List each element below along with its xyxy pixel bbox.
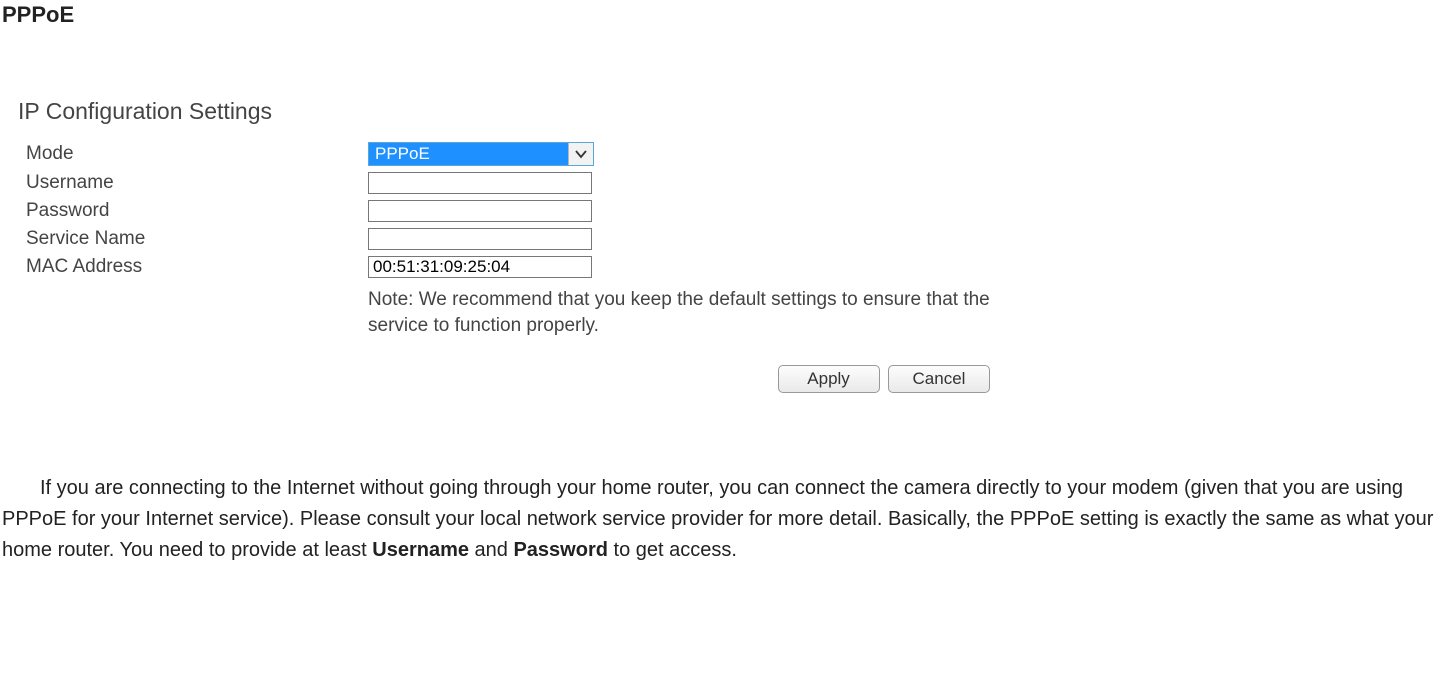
mac-address-input[interactable] xyxy=(368,256,592,278)
username-input[interactable] xyxy=(368,172,592,194)
ip-config-panel: IP Configuration Settings Mode PPPoE Use… xyxy=(18,98,1018,393)
desc-text: to get access. xyxy=(608,539,737,561)
chevron-down-icon xyxy=(568,143,593,165)
password-input[interactable] xyxy=(368,200,592,222)
settings-note: Note: We recommend that you keep the def… xyxy=(368,281,998,341)
apply-button[interactable]: Apply xyxy=(778,365,880,393)
service-name-input[interactable] xyxy=(368,228,592,250)
mode-select[interactable]: PPPoE xyxy=(368,142,594,166)
panel-title: IP Configuration Settings xyxy=(18,98,1018,125)
button-row: Apply Cancel xyxy=(18,341,990,393)
desc-bold-username: Username xyxy=(372,539,469,561)
desc-text: and xyxy=(469,539,513,561)
desc-bold-password: Password xyxy=(513,539,607,561)
settings-form: Mode PPPoE Username Password xyxy=(18,139,998,341)
mode-label: Mode xyxy=(18,139,368,169)
mode-select-value: PPPoE xyxy=(369,143,568,165)
password-label: Password xyxy=(18,197,368,225)
description-paragraph: If you are connecting to the Internet wi… xyxy=(2,473,1439,566)
service-name-label: Service Name xyxy=(18,225,368,253)
cancel-button[interactable]: Cancel xyxy=(888,365,990,393)
mac-address-label: MAC Address xyxy=(18,253,368,281)
username-label: Username xyxy=(18,169,368,197)
page-heading: PPPoE xyxy=(2,2,1441,28)
